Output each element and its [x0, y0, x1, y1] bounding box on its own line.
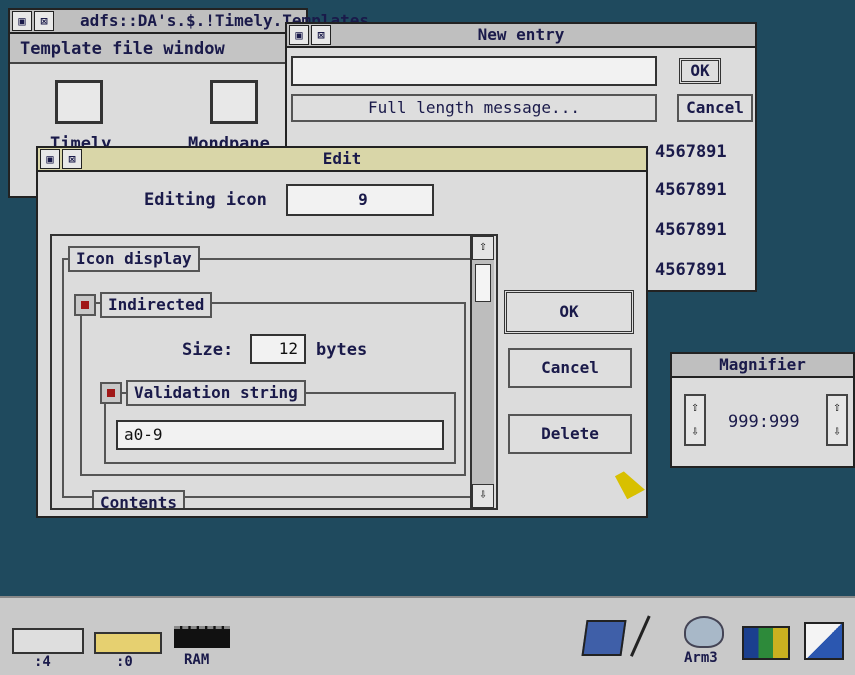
hard-drive-icon[interactable]: [94, 632, 162, 654]
size-label: Size:: [182, 340, 234, 360]
new-entry-input[interactable]: [291, 56, 657, 86]
edit-title: Edit: [322, 149, 362, 168]
template-icon-timely[interactable]: [55, 80, 103, 124]
edit-titlebar[interactable]: ▣ ⊠ Edit: [38, 148, 646, 172]
edit-quill-icon[interactable]: [630, 615, 668, 665]
full-length-message-button[interactable]: Full length message...: [291, 94, 657, 122]
back-icon[interactable]: ▣: [289, 25, 309, 45]
indirected-option-icon[interactable]: [74, 294, 96, 316]
new-entry-titlebar[interactable]: ▣ ⊠ New entry: [287, 24, 755, 48]
validation-option-icon[interactable]: [100, 382, 122, 404]
new-entry-ok-button[interactable]: OK: [679, 58, 721, 84]
entry-row-1[interactable]: 4567891: [655, 142, 727, 162]
editing-icon-label: Editing icon: [144, 190, 267, 210]
magnifier-left-adjuster[interactable]: ⇧ ⇩: [684, 394, 706, 446]
new-entry-cancel-button[interactable]: Cancel: [677, 94, 753, 122]
template-window-titlebar[interactable]: ▣ ⊠ adfs::DA's.$.!Timely.Templates: [10, 10, 369, 34]
paint-icon[interactable]: [581, 620, 627, 656]
back-icon[interactable]: ▣: [40, 149, 60, 169]
entry-row-2[interactable]: 4567891: [655, 180, 727, 200]
edit-window[interactable]: ▣ ⊠ Edit Editing icon 9 Icon display Ind…: [36, 146, 648, 518]
close-icon[interactable]: ⊠: [311, 25, 331, 45]
indirected-label[interactable]: Indirected: [100, 292, 213, 318]
magnifier-titlebar[interactable]: Magnifier: [672, 354, 853, 378]
edit-cancel-button[interactable]: Cancel: [508, 348, 632, 388]
edit-vertical-scrollbar[interactable]: ⇧ ⇩: [470, 236, 494, 508]
magnifier-right-adjuster[interactable]: ⇧ ⇩: [826, 394, 848, 446]
back-icon[interactable]: ▣: [12, 11, 32, 31]
close-icon[interactable]: ⊠: [34, 11, 54, 31]
validation-label[interactable]: Validation string: [126, 380, 306, 406]
palette-icon[interactable]: [742, 626, 790, 660]
new-entry-title: New entry: [477, 25, 565, 44]
icon-properties-pane[interactable]: Icon display Indirected Size: 12 bytes V…: [50, 234, 498, 510]
scroll-thumb[interactable]: [475, 264, 491, 302]
entry-row-3[interactable]: 4567891: [655, 220, 727, 240]
magnifier-title: Magnifier: [719, 355, 806, 374]
template-window-subtitle-bar: Template file window: [10, 34, 306, 64]
ram-disc-icon[interactable]: [174, 626, 230, 648]
floppy-drive-icon[interactable]: [12, 628, 84, 654]
scroll-down-arrow-icon[interactable]: ⇩: [472, 484, 494, 508]
hard-drive-label: :0: [116, 654, 133, 670]
scroll-up-arrow-icon[interactable]: ⇧: [472, 236, 494, 260]
ram-disc-label: RAM: [184, 652, 210, 668]
entry-row-4[interactable]: 4567891: [655, 260, 727, 280]
close-icon[interactable]: ⊠: [62, 149, 82, 169]
size-unit: bytes: [316, 340, 368, 360]
arm3-rabbit-icon[interactable]: [684, 616, 724, 648]
template-window-subtitle: Template file window: [20, 39, 225, 59]
size-field[interactable]: 12: [250, 334, 306, 364]
edit-delete-button[interactable]: Delete: [508, 414, 632, 454]
icon-bar: :4 :0 RAM Arm3: [0, 596, 855, 675]
template-icon-mondpane[interactable]: [210, 80, 258, 124]
magnifier-window[interactable]: Magnifier ⇧ ⇩ 999:999 ⇧ ⇩: [670, 352, 855, 468]
magnifier-value: 999:999: [728, 412, 800, 432]
contents-label[interactable]: Contents: [92, 490, 186, 508]
edit-ok-button[interactable]: OK: [504, 290, 634, 334]
validation-field[interactable]: a0-9: [116, 420, 444, 450]
arm3-label: Arm3: [684, 650, 718, 666]
floppy-drive-label: :4: [34, 654, 51, 670]
icon-display-label: Icon display: [68, 246, 200, 272]
task-manager-icon[interactable]: [804, 622, 844, 660]
editing-icon-field[interactable]: 9: [286, 184, 434, 216]
